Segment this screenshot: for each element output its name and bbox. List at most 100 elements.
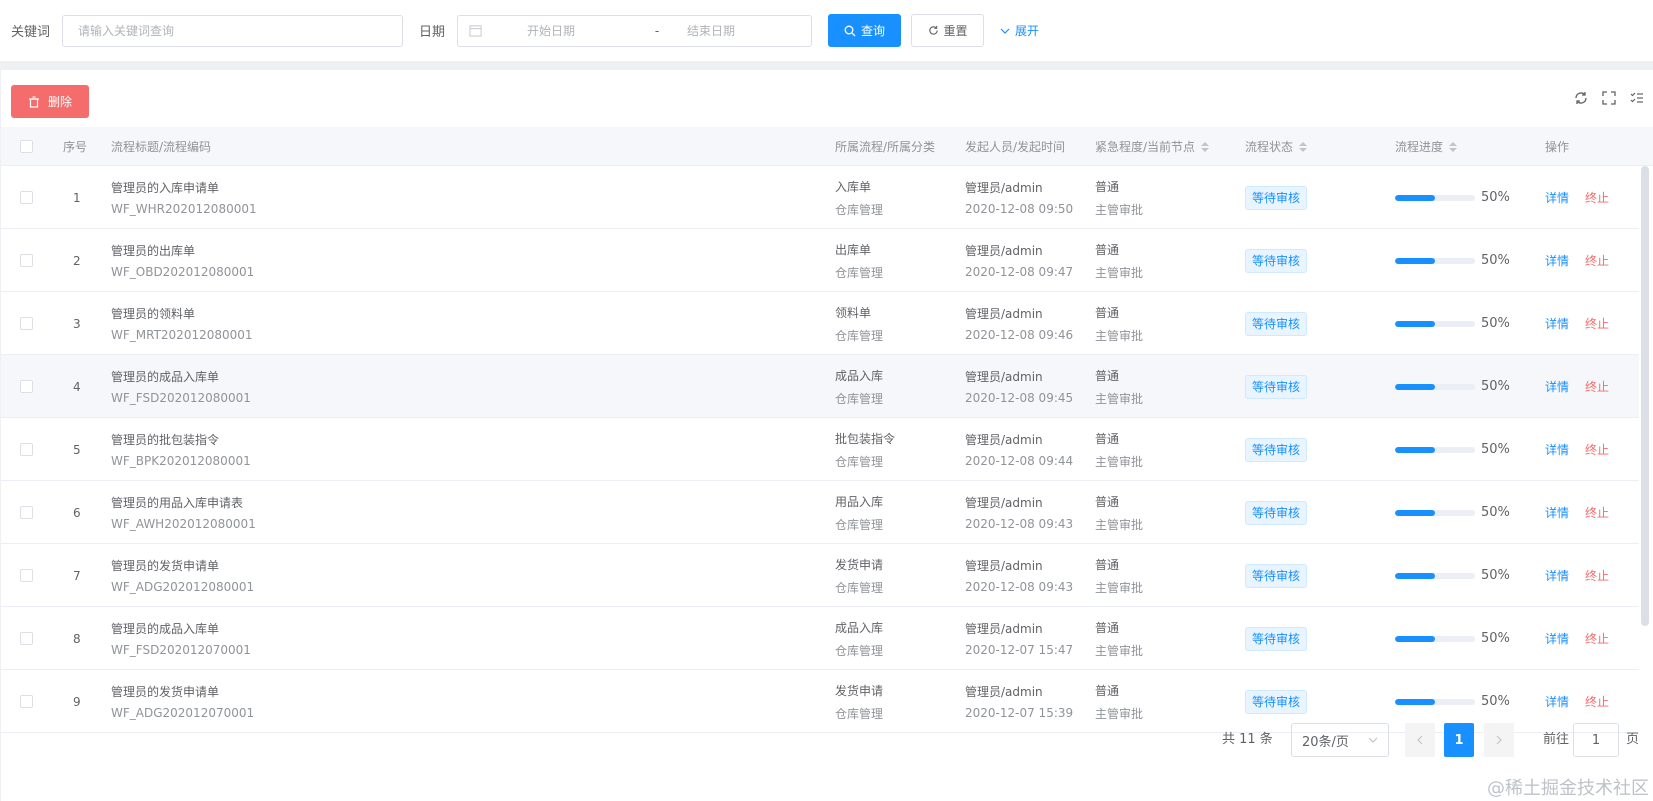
terminate-link[interactable]: 终止 [1585,693,1609,710]
detail-link[interactable]: 详情 [1545,567,1569,584]
row-checkbox[interactable] [20,254,33,267]
prev-page-button[interactable] [1405,723,1435,757]
row-checkbox[interactable] [20,569,33,582]
process-flow: 入库单 [835,179,872,194]
sort-icon[interactable] [1449,141,1458,152]
detail-link[interactable]: 详情 [1545,189,1569,206]
initiated-time: 2020-12-08 09:50 [965,202,1074,216]
process-code: WF_FSD202012070001 [111,643,251,657]
terminate-link[interactable]: 终止 [1585,315,1609,332]
next-page-button[interactable] [1484,723,1514,757]
initiator: 管理员/admin [965,433,1043,447]
row-checkbox[interactable] [20,632,33,645]
process-title: 管理员的成品入库单 [111,370,220,384]
terminate-link[interactable]: 终止 [1585,252,1609,269]
column-settings-icon[interactable] [1629,90,1645,106]
keyword-placeholder: 请输入关键词查询 [78,24,175,38]
reset-button[interactable]: 重置 [911,14,985,47]
delete-button[interactable]: 删除 [11,85,89,118]
header-title: 流程标题/流程编码 [111,140,212,154]
process-flow: 发货申请 [835,557,884,572]
terminate-link[interactable]: 终止 [1585,378,1609,395]
header-category: 所属流程/所属分类 [835,140,936,154]
process-category: 仓库管理 [835,643,884,658]
row-checkbox[interactable] [20,506,33,519]
initiated-time: 2020-12-08 09:44 [965,454,1074,468]
table-row[interactable]: 5 管理员的批包装指令 WF_BPK202012080001 批包装指令 仓库管理 管理员… [1,418,1639,481]
sort-icon[interactable] [1201,141,1210,152]
detail-link[interactable]: 详情 [1545,693,1569,710]
table-row[interactable]: 4 管理员的成品入库单 WF_FSD202012080001 成品入库 仓库管理 管理员/… [1,355,1639,418]
date-label: 日期 [419,25,446,40]
sort-icon[interactable] [1299,141,1308,152]
detail-link[interactable]: 详情 [1545,504,1569,521]
page-size-select[interactable]: 20条/页 [1291,723,1389,757]
header-urgency[interactable]: 紧急程度/当前节点 [1095,127,1210,166]
progress-bar [1395,257,1475,264]
terminate-link[interactable]: 终止 [1585,504,1609,521]
terminate-link[interactable]: 终止 [1585,630,1609,647]
terminate-link[interactable]: 终止 [1585,189,1609,206]
process-flow: 成品入库 [835,620,884,635]
end-date-placeholder[interactable]: 结束日期 [687,22,735,39]
table-tools [1573,90,1645,106]
select-all-checkbox[interactable] [20,140,33,153]
urgency: 普通 [1095,494,1120,509]
query-button[interactable]: 查询 [828,14,902,47]
process-category: 仓库管理 [835,517,884,532]
progress-bar [1395,194,1475,201]
detail-link[interactable]: 详情 [1545,441,1569,458]
initiator: 管理员/admin [965,496,1043,510]
process-title: 管理员的成品入库单 [111,622,220,636]
status-badge: 等待审核 [1245,500,1308,525]
detail-link[interactable]: 详情 [1545,378,1569,395]
date-range-picker[interactable]: 开始日期 - 结束日期 [457,14,813,47]
fullscreen-icon[interactable] [1601,90,1617,106]
header-progress[interactable]: 流程进度 [1395,127,1458,166]
table-row[interactable]: 3 管理员的领料单 WF_MRT202012080001 领料单 仓库管理 管理员/adm… [1,292,1639,355]
expand-toggle[interactable]: 展开 [1000,22,1039,39]
status-badge: 等待审核 [1245,626,1308,651]
table-row[interactable]: 6 管理员的用品入库申请表 WF_AWH202012080001 用品入库 仓库管理 管理… [1,481,1639,544]
start-date-placeholder[interactable]: 开始日期 [527,22,627,39]
refresh-icon[interactable] [1573,90,1589,106]
row-checkbox[interactable] [20,191,33,204]
goto-page-input[interactable]: 1 [1573,723,1619,757]
detail-link[interactable]: 详情 [1545,315,1569,332]
process-flow: 成品入库 [835,368,884,383]
process-category: 仓库管理 [835,202,884,217]
page-1-button[interactable]: 1 [1444,723,1474,757]
process-title: 管理员的入库申请单 [111,181,220,195]
process-title: 管理员的用品入库申请表 [111,496,244,510]
row-checkbox[interactable] [20,317,33,330]
status-badge: 等待审核 [1245,311,1308,336]
row-index: 7 [73,568,81,583]
status-badge: 等待审核 [1245,563,1308,588]
header-status[interactable]: 流程状态 [1245,127,1308,166]
keyword-input[interactable]: 请输入关键词查询 [62,14,404,47]
progress-fill [1395,698,1435,705]
progress-bar [1395,383,1475,390]
table-row[interactable]: 7 管理员的发货申请单 WF_ADG202012080001 发货申请 仓库管理 管理员/… [1,544,1639,607]
table-row[interactable]: 1 管理员的入库申请单 WF_WHR202012080001 入库单 仓库管理 管理员/a… [1,166,1639,229]
row-checkbox[interactable] [20,443,33,456]
table-row[interactable]: 2 管理员的出库单 WF_OBD202012080001 出库单 仓库管理 管理员/adm… [1,229,1639,292]
row-checkbox[interactable] [20,695,33,708]
terminate-link[interactable]: 终止 [1585,441,1609,458]
initiator: 管理员/admin [965,559,1043,573]
urgency: 普通 [1095,557,1120,572]
status-badge: 等待审核 [1245,248,1308,273]
row-checkbox[interactable] [20,380,33,393]
table-body: 1 管理员的入库申请单 WF_WHR202012080001 入库单 仓库管理 管理员/a… [1,166,1639,733]
table-panel: 删除 序号 流程标题/流程编码 所属流程/所属分类 发起人员/发起时间 紧急程度… [1,70,1653,801]
progress-bar [1395,446,1475,453]
row-index: 6 [73,505,81,520]
process-code: WF_ADG202012080001 [111,580,255,594]
chevron-down-icon [1000,28,1010,34]
detail-link[interactable]: 详情 [1545,252,1569,269]
table-row[interactable]: 8 管理员的成品入库单 WF_FSD202012070001 成品入库 仓库管理 管理员/… [1,607,1639,670]
progress-fill [1395,383,1435,390]
terminate-link[interactable]: 终止 [1585,567,1609,584]
detail-link[interactable]: 详情 [1545,630,1569,647]
vertical-scrollbar[interactable] [1641,166,1649,626]
